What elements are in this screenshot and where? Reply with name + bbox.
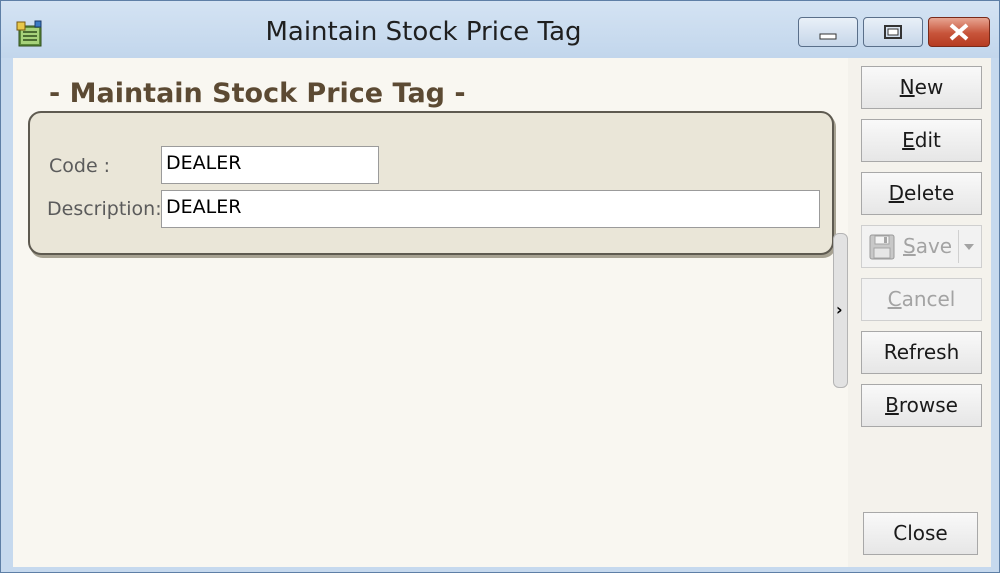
- chevron-right-icon: ›: [836, 300, 843, 319]
- maximize-icon: [884, 25, 902, 39]
- chevron-down-icon: [964, 244, 974, 250]
- cancel-button[interactable]: Cancel: [861, 278, 982, 321]
- save-split-button[interactable]: Save: [861, 225, 982, 268]
- floppy-disk-icon: [869, 234, 895, 260]
- save-button[interactable]: Save: [862, 226, 958, 267]
- action-panel: New Edit Delete Save Cancel Refresh Brow…: [848, 58, 991, 567]
- close-icon: [949, 23, 969, 41]
- browse-button[interactable]: Browse: [861, 384, 982, 427]
- description-label: Description:: [47, 198, 162, 220]
- new-button[interactable]: New: [861, 66, 982, 109]
- details-group: Code : DEALER Description: DEALER: [28, 111, 834, 255]
- delete-button[interactable]: Delete: [861, 172, 982, 215]
- window-title: Maintain Stock Price Tag: [265, 17, 582, 47]
- code-label: Code :: [49, 155, 111, 177]
- maximize-button[interactable]: [863, 17, 923, 47]
- edit-label: dit: [914, 128, 941, 152]
- window: Maintain Stock Price Tag - Maintain Stoc…: [0, 0, 1000, 573]
- save-label: Save: [903, 226, 952, 267]
- refresh-button[interactable]: Refresh: [861, 331, 982, 374]
- minimize-icon: [819, 33, 837, 40]
- save-label-rest: ave: [915, 234, 953, 258]
- delete-label: elete: [904, 181, 955, 205]
- new-label: ew: [914, 75, 944, 99]
- edit-button[interactable]: Edit: [861, 119, 982, 162]
- browse-mnemonic: B: [885, 393, 899, 417]
- cancel-mnemonic: C: [887, 287, 902, 311]
- browse-label: rowse: [898, 393, 958, 417]
- description-field[interactable]: DEALER: [161, 190, 820, 228]
- form-heading: - Maintain Stock Price Tag -: [49, 78, 466, 109]
- title-bar[interactable]: Maintain Stock Price Tag: [1, 1, 999, 58]
- save-mnemonic: S: [903, 234, 916, 258]
- new-mnemonic: N: [899, 75, 915, 99]
- code-field[interactable]: DEALER: [161, 146, 379, 184]
- delete-mnemonic: D: [888, 181, 905, 205]
- close-window-button[interactable]: [928, 17, 990, 47]
- form-area: - Maintain Stock Price Tag - Code : DEAL…: [13, 58, 834, 567]
- close-button[interactable]: Close: [863, 512, 978, 555]
- panel-toggle-handle[interactable]: ›: [833, 233, 848, 388]
- minimize-button[interactable]: [798, 17, 858, 47]
- client-area: - Maintain Stock Price Tag - Code : DEAL…: [13, 58, 991, 567]
- cancel-label: ancel: [901, 287, 956, 311]
- edit-mnemonic: E: [902, 128, 915, 152]
- save-dropdown-button[interactable]: [959, 226, 981, 267]
